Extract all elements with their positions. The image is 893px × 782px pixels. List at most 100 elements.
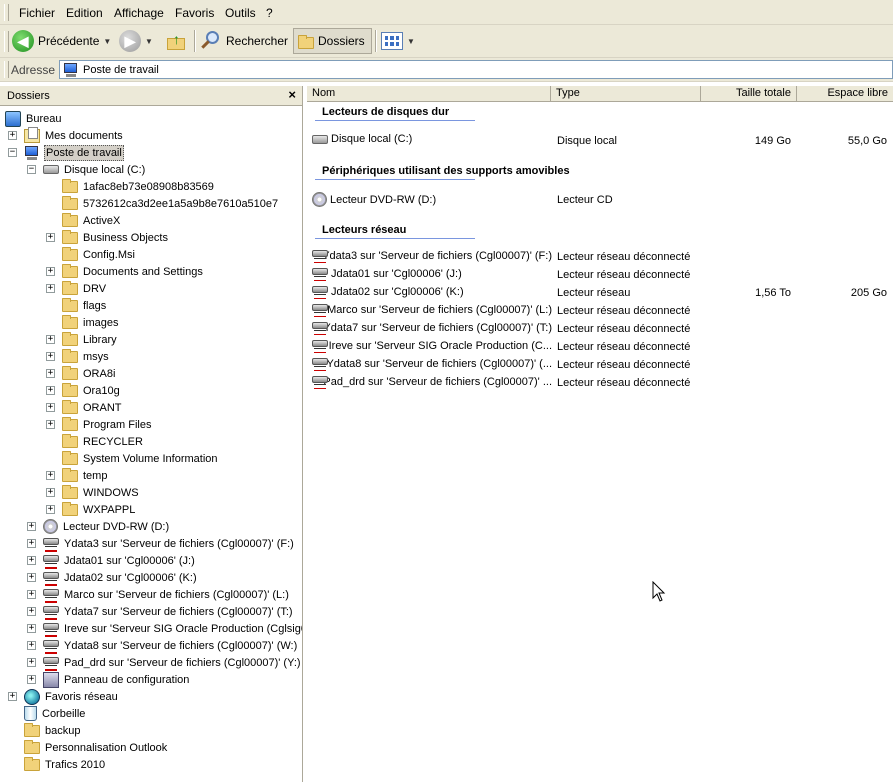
column-header-total-size[interactable]: Taille totale	[701, 86, 797, 102]
column-header-type[interactable]: Type	[551, 86, 701, 102]
drive-row[interactable]: Lecteur DVD-RW (D:) Lecteur CD	[307, 191, 893, 209]
tree-item[interactable]: Disque local (C:)	[43, 161, 146, 178]
expand-icon[interactable]: +	[27, 624, 36, 633]
drive-row[interactable]: Jdata02 sur 'Cgl00006' (K:) Lecteur résea…	[307, 284, 893, 302]
tree-item[interactable]: Jdata01 sur 'Cgl00006' (J:)	[43, 552, 196, 569]
back-dropdown-icon[interactable]: ▼	[103, 37, 111, 46]
forward-button[interactable]: ▶ ▼	[119, 28, 153, 54]
tree-item[interactable]: Corbeille	[24, 705, 86, 722]
tree-item[interactable]: Panneau de configuration	[43, 671, 190, 688]
address-bar-grip[interactable]	[4, 61, 9, 78]
tree-item[interactable]: Mes documents	[24, 126, 124, 144]
forward-dropdown-icon[interactable]: ▼	[145, 37, 153, 46]
tree-item[interactable]: flags	[62, 297, 107, 314]
expand-icon[interactable]: +	[27, 641, 36, 650]
tree-item[interactable]: Personnalisation Outlook	[24, 739, 168, 756]
menu-fichier[interactable]: Fichier	[19, 6, 55, 20]
expand-icon[interactable]: +	[46, 403, 55, 412]
tree-item[interactable]: Business Objects	[62, 229, 169, 246]
expand-icon[interactable]: +	[27, 573, 36, 582]
tree-item[interactable]: 5732612ca3d2ee1a5a9b8e7610a510e7	[62, 195, 279, 212]
tree-item[interactable]: Ydata7 sur 'Serveur de fichiers (Cgl0000…	[43, 603, 294, 620]
views-button[interactable]: ▼	[381, 28, 415, 54]
collapse-icon[interactable]: −	[27, 165, 36, 174]
expand-icon[interactable]: +	[27, 607, 36, 616]
expand-icon[interactable]: +	[46, 284, 55, 293]
expand-icon[interactable]: +	[46, 335, 55, 344]
tree-item[interactable]: ORANT	[62, 399, 123, 416]
expand-icon[interactable]: +	[27, 556, 36, 565]
tree-item[interactable]: Marco sur 'Serveur de fichiers (Cgl00007…	[43, 586, 290, 603]
drive-row[interactable]: Pad_drd sur 'Serveur de fichiers (Cgl000…	[307, 374, 893, 392]
tree-item[interactable]: Ireve sur 'Serveur SIG Oracle Production…	[43, 620, 302, 637]
expand-icon[interactable]: +	[27, 590, 36, 599]
tree-item[interactable]: Poste de travail	[24, 144, 124, 161]
tree-item[interactable]: Jdata02 sur 'Cgl00006' (K:)	[43, 569, 198, 586]
tree-item[interactable]: Favoris réseau	[24, 688, 119, 705]
tree-item[interactable]: Ora10g	[62, 382, 121, 399]
folders-button[interactable]: Dossiers	[293, 28, 372, 54]
tree-item[interactable]: temp	[62, 467, 108, 484]
expand-icon[interactable]: +	[8, 131, 17, 140]
tree-item[interactable]: DRV	[62, 280, 107, 297]
menu-edition[interactable]: Edition	[66, 6, 103, 20]
tree-item[interactable]: Ydata3 sur 'Serveur de fichiers (Cgl0000…	[43, 535, 295, 552]
drive-row[interactable]: Ydata7 sur 'Serveur de fichiers (Cgl0000…	[307, 320, 893, 338]
tree-item[interactable]: Ydata8 sur 'Serveur de fichiers (Cgl0000…	[43, 637, 298, 654]
expand-icon[interactable]: +	[46, 233, 55, 242]
views-dropdown-icon[interactable]: ▼	[407, 37, 415, 46]
search-button[interactable]: Rechercher	[200, 28, 288, 54]
column-header-free-space[interactable]: Espace libre	[797, 86, 893, 102]
column-header-name[interactable]: Nom	[307, 86, 551, 102]
toolbar-grip[interactable]	[4, 31, 9, 52]
tree-item[interactable]: Documents and Settings	[62, 263, 204, 280]
close-icon[interactable]: ×	[288, 88, 296, 102]
drive-row[interactable]: Ydata3 sur 'Serveur de fichiers (Cgl0000…	[307, 248, 893, 266]
tree-item[interactable]: Program Files	[62, 416, 152, 433]
drive-row[interactable]: Ireve sur 'Serveur SIG Oracle Production…	[307, 338, 893, 356]
expand-icon[interactable]: +	[46, 267, 55, 276]
collapse-icon[interactable]: −	[8, 148, 17, 157]
menu-affichage[interactable]: Affichage	[114, 6, 164, 20]
back-button[interactable]: ◀ Précédente ▼	[12, 28, 111, 54]
drive-row[interactable]: Marco sur 'Serveur de fichiers (Cgl00007…	[307, 302, 893, 320]
expand-icon[interactable]: +	[46, 369, 55, 378]
menu-help[interactable]: ?	[266, 6, 273, 20]
tree-item[interactable]: Bureau	[5, 110, 62, 127]
tree-item[interactable]: Pad_drd sur 'Serveur de fichiers (Cgl000…	[43, 654, 302, 671]
expand-icon[interactable]: +	[46, 352, 55, 361]
menu-outils[interactable]: Outils	[225, 6, 256, 20]
tree-item[interactable]: backup	[24, 722, 81, 739]
tree-item[interactable]: Lecteur DVD-RW (D:)	[43, 518, 170, 535]
expand-icon[interactable]: +	[46, 420, 55, 429]
expand-icon[interactable]: +	[46, 488, 55, 497]
drive-name-cell: Disque local (C:)	[312, 133, 552, 145]
tree-item[interactable]: System Volume Information	[62, 450, 219, 467]
expand-icon[interactable]: +	[27, 675, 36, 684]
menu-favoris[interactable]: Favoris	[175, 6, 214, 20]
drive-row[interactable]: Ydata8 sur 'Serveur de fichiers (Cgl0000…	[307, 356, 893, 374]
tree-item[interactable]: Library	[62, 331, 118, 348]
tree-item[interactable]: msys	[62, 348, 110, 365]
address-field[interactable]: Poste de travail	[59, 60, 893, 79]
expand-icon[interactable]: +	[8, 692, 17, 701]
expand-icon[interactable]: +	[27, 539, 36, 548]
tree-item[interactable]: Config.Msi	[62, 246, 136, 263]
tree-item[interactable]: 1afac8eb73e08908b83569	[62, 178, 215, 195]
tree-item[interactable]: ORA8i	[62, 365, 116, 382]
tree-item[interactable]: WINDOWS	[62, 484, 140, 501]
drive-row[interactable]: Disque local (C:) Disque local 149 Go 55,0 …	[307, 132, 893, 150]
tree-item[interactable]: images	[62, 314, 119, 331]
expand-icon[interactable]: +	[27, 658, 36, 667]
expand-icon[interactable]: +	[46, 386, 55, 395]
expand-icon[interactable]: +	[46, 471, 55, 480]
drive-row[interactable]: Jdata01 sur 'Cgl00006' (J:) Lecteur résea…	[307, 266, 893, 284]
tree-item[interactable]: WXPAPPL	[62, 501, 136, 518]
tree-item[interactable]: RECYCLER	[62, 433, 144, 450]
tree-item[interactable]: Trafics 2010	[24, 756, 106, 773]
menu-bar-grip[interactable]	[4, 4, 9, 21]
tree-item[interactable]: ActiveX	[62, 212, 121, 229]
expand-icon[interactable]: +	[27, 522, 36, 531]
up-folder-button[interactable]: ↑	[166, 28, 188, 54]
expand-icon[interactable]: +	[46, 505, 55, 514]
